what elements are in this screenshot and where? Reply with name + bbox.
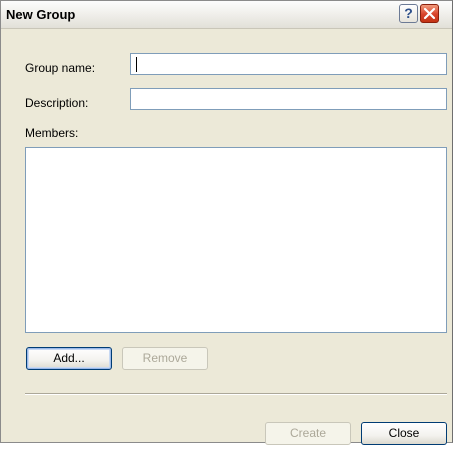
close-window-button[interactable] — [420, 4, 439, 23]
members-label: Members: — [25, 126, 79, 140]
dialog-title: New Group — [6, 7, 76, 22]
help-button[interactable]: ? — [399, 4, 418, 23]
separator — [25, 393, 447, 395]
group-name-input[interactable] — [130, 53, 447, 75]
title-bar[interactable]: New Group ? — [1, 1, 452, 29]
close-icon — [423, 7, 436, 20]
new-group-dialog: New Group ? Group name: Description: Mem… — [0, 0, 453, 445]
remove-button[interactable]: Remove — [122, 347, 208, 370]
text-caret — [136, 57, 137, 72]
description-input[interactable] — [130, 88, 447, 110]
add-button[interactable]: Add... — [26, 347, 112, 370]
close-button[interactable]: Close — [361, 422, 447, 445]
members-list[interactable] — [25, 147, 447, 333]
help-icon: ? — [404, 5, 413, 21]
description-label: Description: — [25, 96, 89, 110]
group-name-label: Group name: — [25, 61, 96, 75]
create-button[interactable]: Create — [265, 422, 351, 445]
